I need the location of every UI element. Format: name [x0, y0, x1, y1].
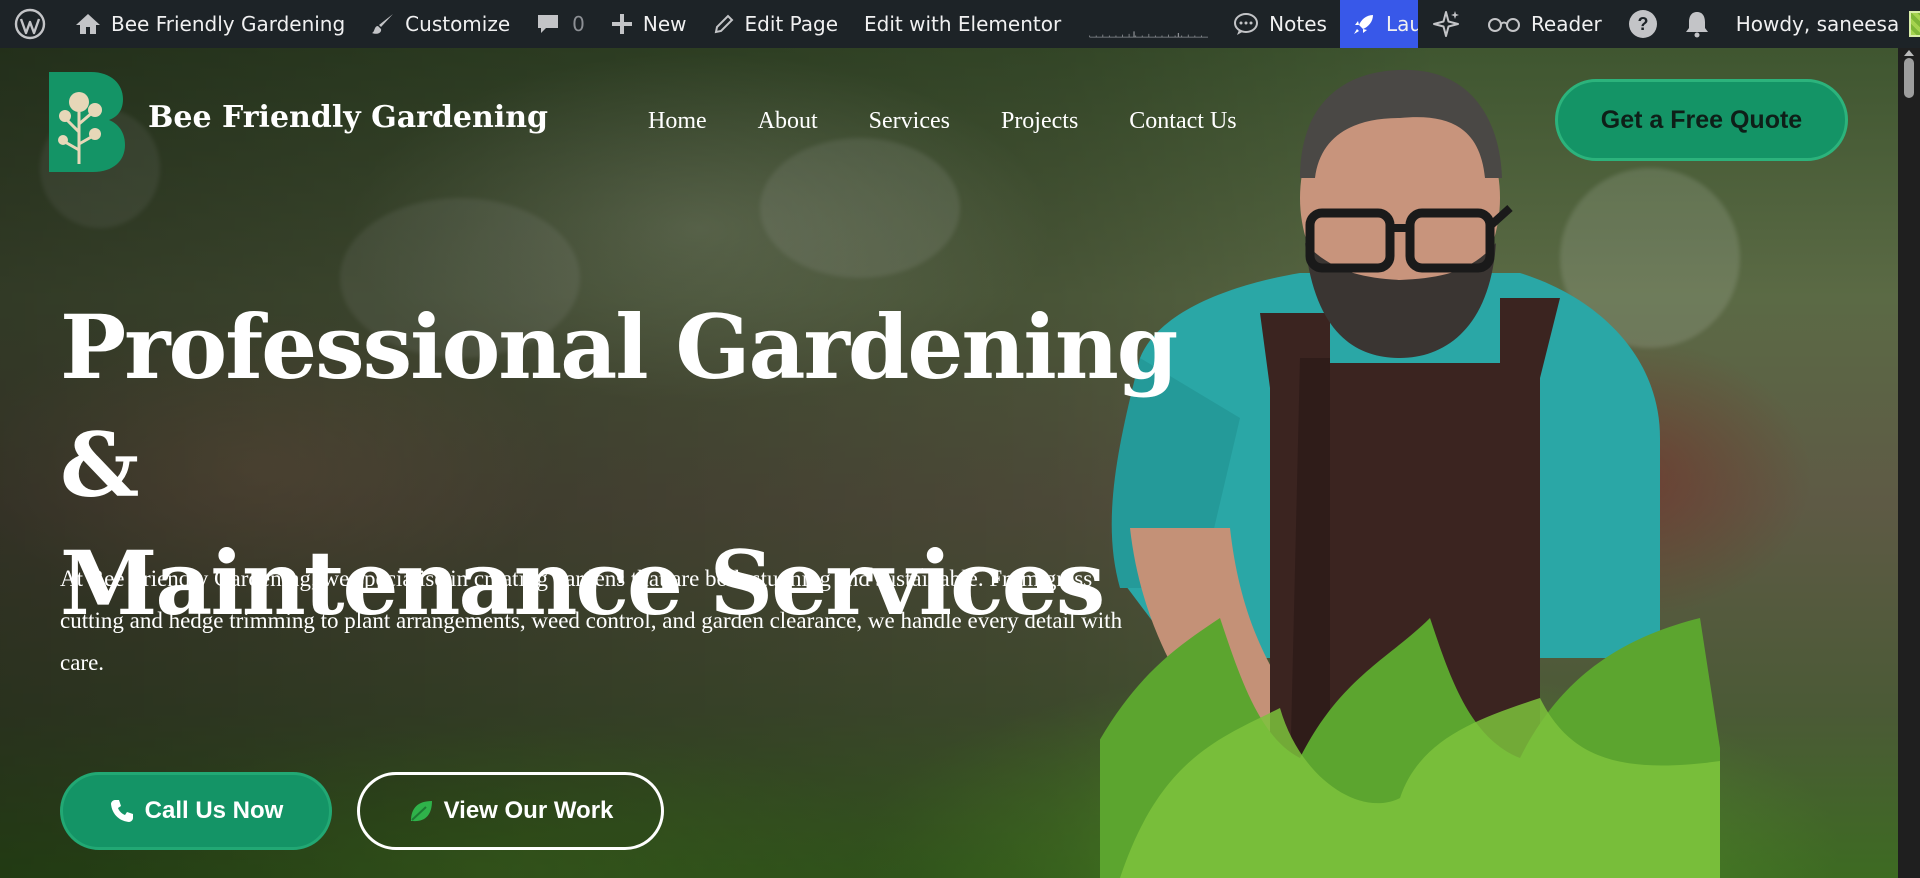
- launch-link[interactable]: Launch: [1339, 0, 1418, 48]
- speech-bubble-icon: [1233, 12, 1259, 36]
- help-button[interactable]: ?: [1615, 0, 1671, 48]
- home-icon: [75, 12, 101, 36]
- edit-page-link[interactable]: Edit Page: [700, 0, 852, 48]
- hero-description: At Bee Friendly Gardening, we specialise…: [60, 566, 1123, 675]
- bell-icon: [1684, 10, 1710, 38]
- new-content-link[interactable]: New: [598, 0, 700, 48]
- reader-link[interactable]: Reader: [1474, 0, 1615, 48]
- admin-site-name[interactable]: Bee Friendly Gardening: [62, 0, 358, 48]
- plus-icon: [611, 13, 633, 35]
- nav-contact-us[interactable]: Contact Us: [1129, 108, 1236, 135]
- notes-label: Notes: [1269, 12, 1327, 36]
- main-navigation: Home About Services Projects Contact Us: [648, 108, 1237, 135]
- phone-icon: [109, 798, 135, 824]
- hero-heading-line-1: Professional Gardening &: [60, 295, 1178, 517]
- admin-site-name-label: Bee Friendly Gardening: [111, 12, 346, 36]
- hero-section: Bee Friendly Gardening Home About Servic…: [0, 48, 1920, 878]
- sparkle-icon: [1431, 9, 1461, 39]
- edit-page-label: Edit Page: [744, 12, 839, 36]
- scrollbar-thumb[interactable]: [1904, 58, 1914, 98]
- wp-admin-bar: Bee Friendly Gardening Customize 0 New E…: [0, 0, 1920, 48]
- launch-label: Launch: [1385, 12, 1418, 36]
- stats-sparkline[interactable]: [1074, 0, 1220, 48]
- view-our-work-label: View Our Work: [443, 797, 614, 824]
- call-us-now-label: Call Us Now: [144, 797, 284, 824]
- rocket-icon: [1352, 12, 1376, 36]
- get-free-quote-button[interactable]: Get a Free Quote: [1555, 79, 1848, 161]
- new-label: New: [642, 12, 687, 36]
- customize-label: Customize: [405, 12, 511, 36]
- nav-home[interactable]: Home: [648, 108, 707, 135]
- nav-projects[interactable]: Projects: [1001, 108, 1078, 135]
- wordpress-logo-icon[interactable]: [0, 0, 62, 48]
- nav-about[interactable]: About: [758, 108, 818, 135]
- avatar: [1909, 11, 1920, 37]
- edit-with-elementor-link[interactable]: Edit with Elementor: [851, 0, 1074, 48]
- site-title[interactable]: Bee Friendly Gardening: [148, 100, 548, 135]
- pencil-icon: [713, 13, 735, 35]
- comments-link[interactable]: 0: [523, 0, 598, 48]
- howdy-label: Howdy, saneesa: [1735, 12, 1900, 36]
- comments-count: 0: [572, 12, 585, 36]
- notifications-button[interactable]: [1671, 0, 1723, 48]
- customize-link[interactable]: Customize: [358, 0, 523, 48]
- glasses-icon: [1487, 14, 1521, 34]
- view-our-work-button[interactable]: View Our Work: [357, 772, 664, 850]
- nav-services[interactable]: Services: [869, 108, 950, 135]
- comment-icon: [536, 12, 560, 36]
- page-scrollbar[interactable]: [1898, 48, 1920, 878]
- help-icon: ?: [1628, 9, 1658, 39]
- reader-label: Reader: [1530, 12, 1602, 36]
- edit-with-elementor-label: Edit with Elementor: [864, 12, 1062, 36]
- brush-icon: [371, 12, 395, 36]
- call-us-now-button[interactable]: Call Us Now: [60, 772, 332, 850]
- my-account-menu[interactable]: Howdy, saneesa: [1723, 0, 1920, 48]
- site-logo[interactable]: [49, 72, 125, 172]
- leaf-icon: [408, 798, 434, 824]
- ai-assistant-button[interactable]: [1418, 0, 1474, 48]
- svg-text:?: ?: [1637, 14, 1648, 34]
- notes-link[interactable]: Notes: [1220, 0, 1340, 48]
- scroll-up-arrow-icon[interactable]: [1904, 50, 1914, 56]
- site-header: Bee Friendly Gardening Home About Servic…: [0, 48, 1920, 198]
